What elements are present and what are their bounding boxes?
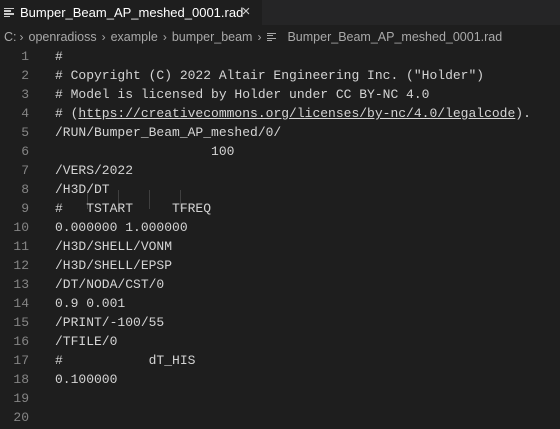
breadcrumb: C: › openradioss › example › bumper_beam… xyxy=(0,25,560,49)
code-line[interactable]: 5/RUN/Bumper_Beam_AP_meshed/0/ xyxy=(0,123,560,142)
line-number: 14 xyxy=(13,296,29,311)
line-number: 3 xyxy=(21,87,29,102)
code-text: /H3D/SHELL/VONM xyxy=(55,239,173,254)
code-text: /PRINT/-100/55 xyxy=(55,315,165,330)
tab-bar: Bumper_Beam_AP_meshed_0001.rad × xyxy=(0,0,560,25)
line-number: 5 xyxy=(21,125,29,140)
line-number: 15 xyxy=(13,315,29,330)
code-text: # Copyright (C) 2022 Altair Engineering … xyxy=(55,68,485,83)
line-number: 1 xyxy=(21,49,29,64)
line-number: 6 xyxy=(21,144,29,159)
code-line[interactable]: 14 0.9 0.001 xyxy=(0,294,560,313)
breadcrumb-item-openradioss[interactable]: openradioss xyxy=(29,30,97,44)
chevron-right-icon: › xyxy=(162,30,167,44)
code-line[interactable]: 8/H3D/DT xyxy=(0,180,560,199)
code-text: 0.000000 1.000000 xyxy=(55,220,188,235)
close-icon[interactable]: × xyxy=(238,4,254,20)
line-number: 8 xyxy=(21,182,29,197)
code-line[interactable]: 19 xyxy=(0,389,560,408)
code-line[interactable]: 2 # Copyright (C) 2022 Altair Engineering… xyxy=(0,66,560,85)
code-line[interactable]: 10 0.000000 1.000000 xyxy=(0,218,560,237)
lines-file-icon xyxy=(4,7,14,18)
code-line[interactable]: 6 100 xyxy=(0,142,560,161)
line-number: 16 xyxy=(13,334,29,349)
code-line[interactable]: 20 xyxy=(0,408,560,427)
code-text: /DT/NODA/CST/0 xyxy=(55,277,165,292)
line-number: 2 xyxy=(21,68,29,83)
line-number: 19 xyxy=(13,391,29,406)
line-number: 9 xyxy=(21,201,29,216)
line-number: 18 xyxy=(13,372,29,387)
code-text: /RUN/Bumper_Beam_AP_meshed/0/ xyxy=(55,125,282,140)
license-link[interactable]: https://creativecommons.org/licenses/by-… xyxy=(78,106,515,121)
code-line[interactable]: 1 # xyxy=(0,47,560,66)
code-text: /H3D/SHELL/EPSP xyxy=(55,258,173,273)
code-line[interactable]: 3 # Model is licensed by Holder under CC … xyxy=(0,85,560,104)
chevron-right-icon: › xyxy=(257,30,262,44)
line-number: 20 xyxy=(13,410,29,425)
line-number: 13 xyxy=(13,277,29,292)
code-line[interactable]: 12/H3D/SHELL/EPSP xyxy=(0,256,560,275)
code-line[interactable]: 17 # dT_HIS xyxy=(0,351,560,370)
tab-title: Bumper_Beam_AP_meshed_0001.rad xyxy=(20,5,244,20)
code-line[interactable]: 18 0.100000 xyxy=(0,370,560,389)
code-line[interactable]: 16/TFILE/0 xyxy=(0,332,560,351)
code-text: 100 xyxy=(55,144,235,159)
code-text: /TFILE/0 xyxy=(55,334,118,349)
line-number: 17 xyxy=(13,353,29,368)
lines-file-icon xyxy=(267,32,277,42)
code-text: # Model is licensed by Holder under CC B… xyxy=(55,87,430,102)
editor-tab[interactable]: Bumper_Beam_AP_meshed_0001.rad × xyxy=(0,0,262,25)
code-text: /VERS/2022 xyxy=(55,163,134,178)
code-line[interactable]: 9 # TSTART TFREQ xyxy=(0,199,560,218)
breadcrumb-item-example[interactable]: example xyxy=(111,30,158,44)
code-text-prefix: # ( xyxy=(55,106,79,121)
line-number: 10 xyxy=(13,220,29,235)
code-line[interactable]: 11/H3D/SHELL/VONM xyxy=(0,237,560,256)
code-text: # TSTART TFREQ xyxy=(55,201,212,216)
chevron-right-icon: › xyxy=(101,30,106,44)
code-line[interactable]: 15/PRINT/-100/55 xyxy=(0,313,560,332)
line-number: 4 xyxy=(21,106,29,121)
code-line[interactable]: 13/DT/NODA/CST/0 xyxy=(0,275,560,294)
code-text: # dT_HIS xyxy=(55,353,196,368)
code-text: # (https://creativecommons.org/licenses/… xyxy=(55,106,531,121)
code-text: # xyxy=(55,49,63,64)
line-number: 12 xyxy=(13,258,29,273)
breadcrumb-item-drive[interactable]: C: xyxy=(4,30,17,44)
breadcrumb-item-file[interactable]: Bumper_Beam_AP_meshed_0001.rad xyxy=(287,30,502,44)
line-number: 7 xyxy=(21,163,29,178)
code-line[interactable]: 7/VERS/2022 xyxy=(0,161,560,180)
chevron-right-icon: › xyxy=(19,30,24,44)
code-editor[interactable]: 1 #2 # Copyright (C) 2022 Altair Engineeri… xyxy=(0,47,560,429)
code-text: 0.100000 xyxy=(55,372,118,387)
breadcrumb-item-bumper-beam[interactable]: bumper_beam xyxy=(172,30,253,44)
code-line[interactable]: 4 # (https://creativecommons.org/licenses… xyxy=(0,104,560,123)
code-text-suffix: ). xyxy=(515,106,531,121)
code-text: /H3D/DT xyxy=(55,182,110,197)
code-text: 0.9 0.001 xyxy=(55,296,126,311)
line-number: 11 xyxy=(13,239,29,254)
